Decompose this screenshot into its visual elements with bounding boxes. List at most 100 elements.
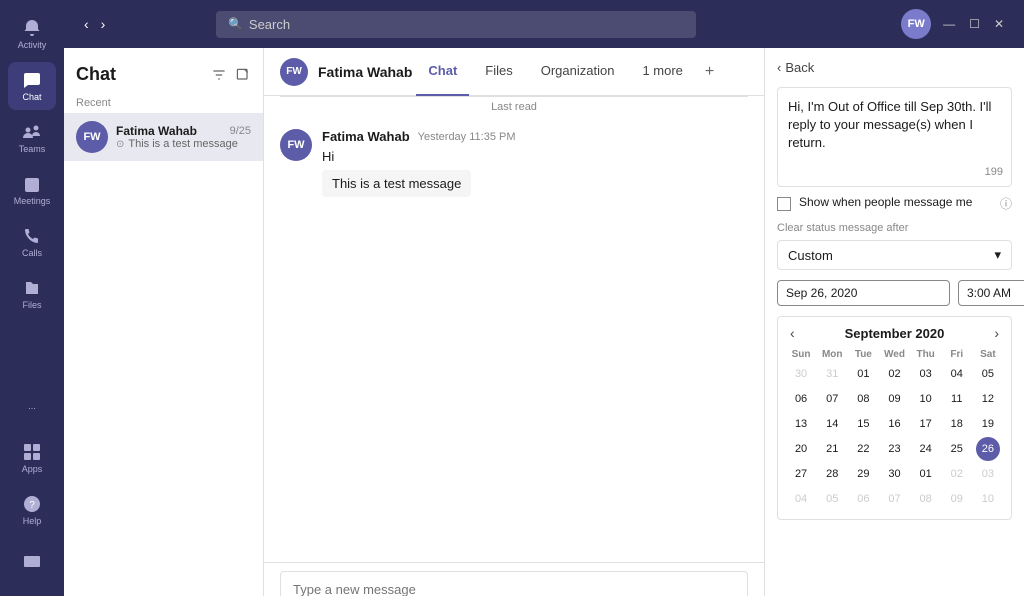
cal-day[interactable]: 01 [914,462,938,486]
sidebar-item-activity[interactable]: Activity [8,10,56,58]
cal-day[interactable]: 31 [820,362,844,386]
cal-label-tue: Tue [848,347,878,362]
forward-arrow-btn[interactable]: › [97,14,110,34]
sidebar-item-calls[interactable]: Calls [8,218,56,266]
cal-day[interactable]: 28 [820,462,844,486]
cal-day[interactable]: 22 [851,437,875,461]
cal-day[interactable]: 29 [851,462,875,486]
cal-day[interactable]: 05 [820,487,844,511]
back-chevron: ‹ [777,60,781,75]
cal-day[interactable]: 23 [882,437,906,461]
sidebar: Activity Chat Teams Meetings Calls Files… [0,0,64,596]
filter-icon[interactable] [211,67,227,83]
info-icon[interactable]: ⓘ [1000,195,1012,212]
cal-day[interactable]: 07 [820,387,844,411]
header-bar: ‹ › 🔍 FW — ☐ ✕ [64,0,1024,48]
cal-day[interactable]: 03 [914,362,938,386]
main-content: Chat Recent FW Fatima Wahab 9/25 ⊙ This … [64,48,1024,596]
chat-list-panel: Chat Recent FW Fatima Wahab 9/25 ⊙ This … [64,48,264,596]
show-when-text: Show when people message me [799,195,992,209]
chat-input[interactable] [280,571,748,596]
cal-day[interactable]: 24 [914,437,938,461]
cal-day[interactable]: 02 [945,462,969,486]
date-time-row [777,280,1012,306]
minimize-btn[interactable]: — [939,17,959,31]
message-line-1: Hi [322,148,748,166]
chat-list-item[interactable]: FW Fatima Wahab 9/25 ⊙ This is a test me… [64,113,263,161]
close-btn[interactable]: ✕ [990,17,1008,31]
tab-organization[interactable]: Organization [529,48,627,96]
sidebar-item-teams[interactable]: Teams [8,114,56,162]
show-when-checkbox[interactable] [777,197,791,211]
cal-day[interactable]: 05 [976,362,1000,386]
back-btn[interactable]: ‹ Back [777,60,1012,75]
sidebar-label-files: Files [22,300,41,310]
sidebar-more-btn[interactable]: ... [8,382,56,430]
cal-day[interactable]: 04 [789,487,813,511]
cal-day[interactable]: 16 [882,412,906,436]
cal-day[interactable]: 06 [789,387,813,411]
message-sender: Fatima Wahab [322,129,410,144]
date-input[interactable] [777,280,950,306]
cal-day[interactable]: 19 [976,412,1000,436]
chat-list-actions [211,67,251,83]
cal-day[interactable]: 09 [945,487,969,511]
avatar[interactable]: FW [901,9,931,39]
sidebar-apps-btn[interactable]: Apps [8,434,56,482]
contact-avatar: FW [280,58,308,86]
cal-day[interactable]: 18 [945,412,969,436]
cal-day[interactable]: 13 [789,412,813,436]
chat-list-title: Chat [76,64,116,85]
status-message-box[interactable]: Hi, I'm Out of Office till Sep 30th. I'l… [777,87,1012,187]
cal-day[interactable]: 11 [945,387,969,411]
cal-day[interactable]: 14 [820,412,844,436]
chat-item-preview: ⊙ This is a test message [116,138,251,150]
cal-label-wed: Wed [879,347,909,362]
cal-day[interactable]: 20 [789,437,813,461]
tab-chat[interactable]: Chat [416,48,469,96]
tab-files[interactable]: Files [473,48,524,96]
cal-label-thu: Thu [911,347,941,362]
cal-day[interactable]: 27 [789,462,813,486]
chat-main: FW Fatima Wahab Chat Files Organization … [264,48,764,596]
cal-day[interactable]: 21 [820,437,844,461]
cal-next-btn[interactable]: › [990,325,1003,341]
cal-day[interactable]: 03 [976,462,1000,486]
cal-day[interactable]: 07 [882,487,906,511]
sidebar-item-meetings[interactable]: Meetings [8,166,56,214]
cal-day[interactable]: 10 [914,387,938,411]
cal-day[interactable]: 12 [976,387,1000,411]
cal-day[interactable]: 25 [945,437,969,461]
maximize-btn[interactable]: ☐ [965,17,984,31]
search-input[interactable] [249,17,684,32]
cal-label-sun: Sun [786,347,816,362]
cal-day[interactable]: 01 [851,362,875,386]
tab-more[interactable]: 1 more [630,48,694,96]
sidebar-label-calls: Calls [22,248,42,258]
cal-day[interactable]: 02 [882,362,906,386]
cal-day[interactable]: 17 [914,412,938,436]
add-tab-btn[interactable]: + [699,63,720,81]
cal-day[interactable]: 30 [789,362,813,386]
chat-item-avatar: FW [76,121,108,153]
search-bar[interactable]: 🔍 [216,11,696,38]
clear-after-dropdown[interactable]: Custom ▾ [777,240,1012,270]
cal-day[interactable]: 08 [851,387,875,411]
cal-day[interactable]: 15 [851,412,875,436]
cal-prev-btn[interactable]: ‹ [786,325,799,341]
cal-day[interactable]: 10 [976,487,1000,511]
cal-day[interactable]: 30 [882,462,906,486]
cal-day[interactable]: 06 [851,487,875,511]
back-arrow-btn[interactable]: ‹ [80,14,93,34]
calendar-grid: Sun Mon Tue Wed Thu Fri Sat [786,347,1003,362]
cal-day[interactable]: 08 [914,487,938,511]
sidebar-help-btn[interactable]: ? Help [8,486,56,534]
sidebar-device-btn[interactable] [8,538,56,586]
cal-day[interactable]: 26 [976,437,1000,461]
sidebar-item-chat[interactable]: Chat [8,62,56,110]
sidebar-item-files[interactable]: Files [8,270,56,318]
time-input[interactable] [958,280,1024,306]
cal-day[interactable]: 04 [945,362,969,386]
compose-icon[interactable] [235,67,251,83]
cal-day[interactable]: 09 [882,387,906,411]
